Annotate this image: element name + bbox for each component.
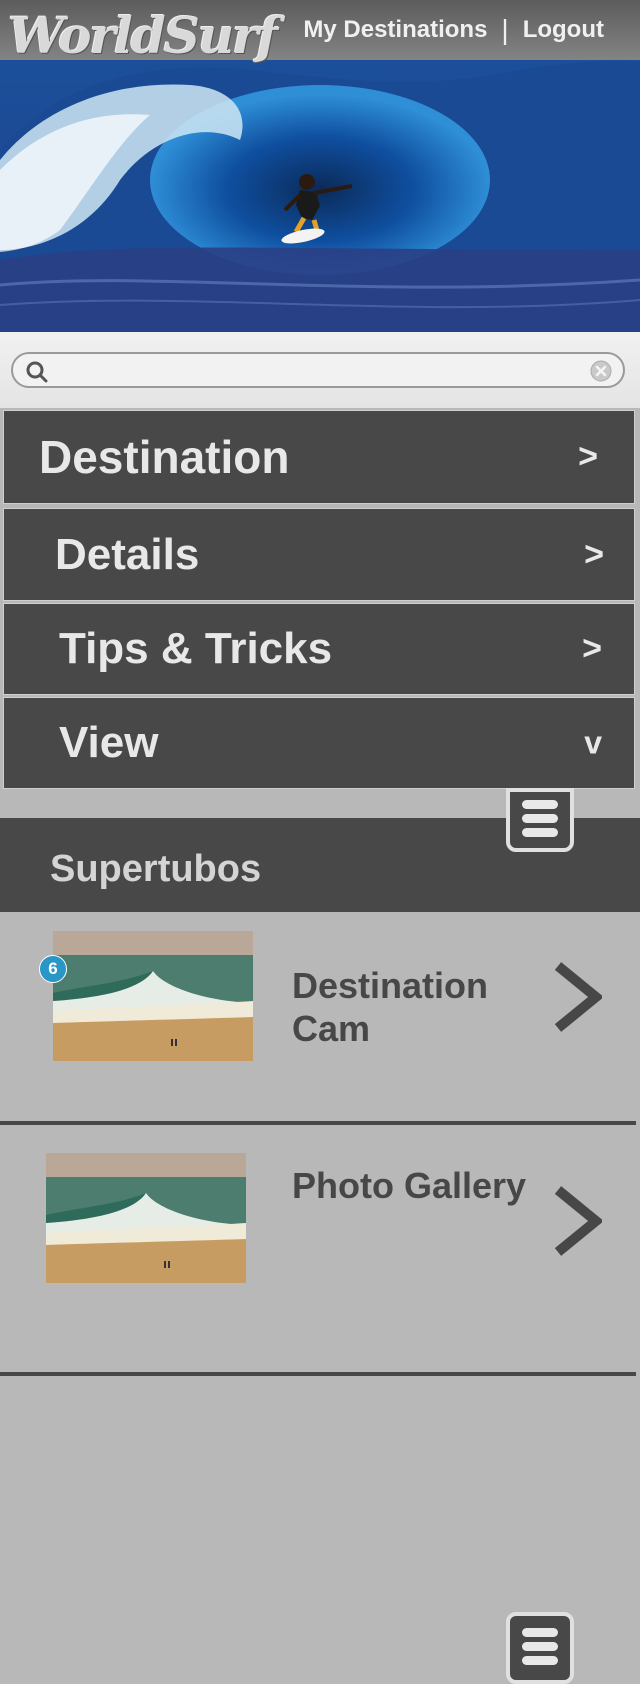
- chevron-right-icon: >: [578, 437, 598, 476]
- list-divider: [0, 1121, 636, 1125]
- clear-icon[interactable]: [589, 359, 613, 383]
- hero-banner: WorldSurf My Destinations | Logout: [0, 0, 640, 332]
- chevron-right-icon: >: [584, 535, 604, 573]
- chevron-down-icon: v: [584, 724, 602, 761]
- top-nav: My Destinations | Logout: [303, 16, 604, 44]
- chevron-right-icon: >: [582, 629, 602, 668]
- hamburger-bar: [522, 800, 558, 809]
- hamburger-bar: [522, 828, 558, 837]
- menu-tips-tricks-label: Tips & Tricks: [59, 624, 333, 673]
- hamburger-bar: [522, 1642, 558, 1651]
- hamburger-bar: [522, 1656, 558, 1665]
- nav-separator: |: [501, 14, 509, 45]
- list-divider: [0, 1372, 636, 1376]
- photo-gallery-label: Photo Gallery: [292, 1165, 527, 1206]
- menu-view-label: View: [59, 718, 159, 767]
- notification-badge: 6: [39, 955, 67, 983]
- logout-link[interactable]: Logout: [523, 16, 604, 44]
- my-destinations-link[interactable]: My Destinations: [303, 16, 487, 44]
- worldsurf-logo[interactable]: WorldSurf: [8, 6, 278, 65]
- search-bar: [0, 332, 640, 408]
- destination-cam-thumbnail: [53, 931, 253, 1061]
- menu-destination-label: Destination: [39, 431, 290, 483]
- menu-view[interactable]: View v: [3, 697, 635, 789]
- hamburger-bar: [522, 1628, 558, 1637]
- menu-tips-tricks[interactable]: Tips & Tricks >: [3, 603, 635, 695]
- menu-destination[interactable]: Destination >: [3, 410, 635, 504]
- hamburger-bar: [522, 814, 558, 823]
- search-icon: [26, 361, 48, 383]
- list-item-photo-gallery[interactable]: Photo Gallery: [0, 1126, 640, 1371]
- menu-toggle-button[interactable]: [506, 788, 574, 852]
- list-item-destination-cam[interactable]: 6 Destination Cam: [0, 912, 640, 1122]
- search-input[interactable]: [55, 358, 579, 384]
- photo-gallery-thumbnail: [46, 1153, 246, 1283]
- menu-details-label: Details: [55, 529, 200, 579]
- menu-details[interactable]: Details >: [3, 508, 635, 601]
- destination-cam-label-line1: Destination: [292, 965, 489, 1006]
- section-title: Supertubos: [50, 848, 262, 890]
- destination-cam-label-line2: Cam: [292, 1008, 371, 1049]
- search-field[interactable]: [11, 352, 625, 388]
- chevron-right-icon: [554, 1186, 602, 1256]
- bottom-menu-toggle-button[interactable]: [506, 1612, 574, 1684]
- chevron-right-icon: [554, 962, 602, 1032]
